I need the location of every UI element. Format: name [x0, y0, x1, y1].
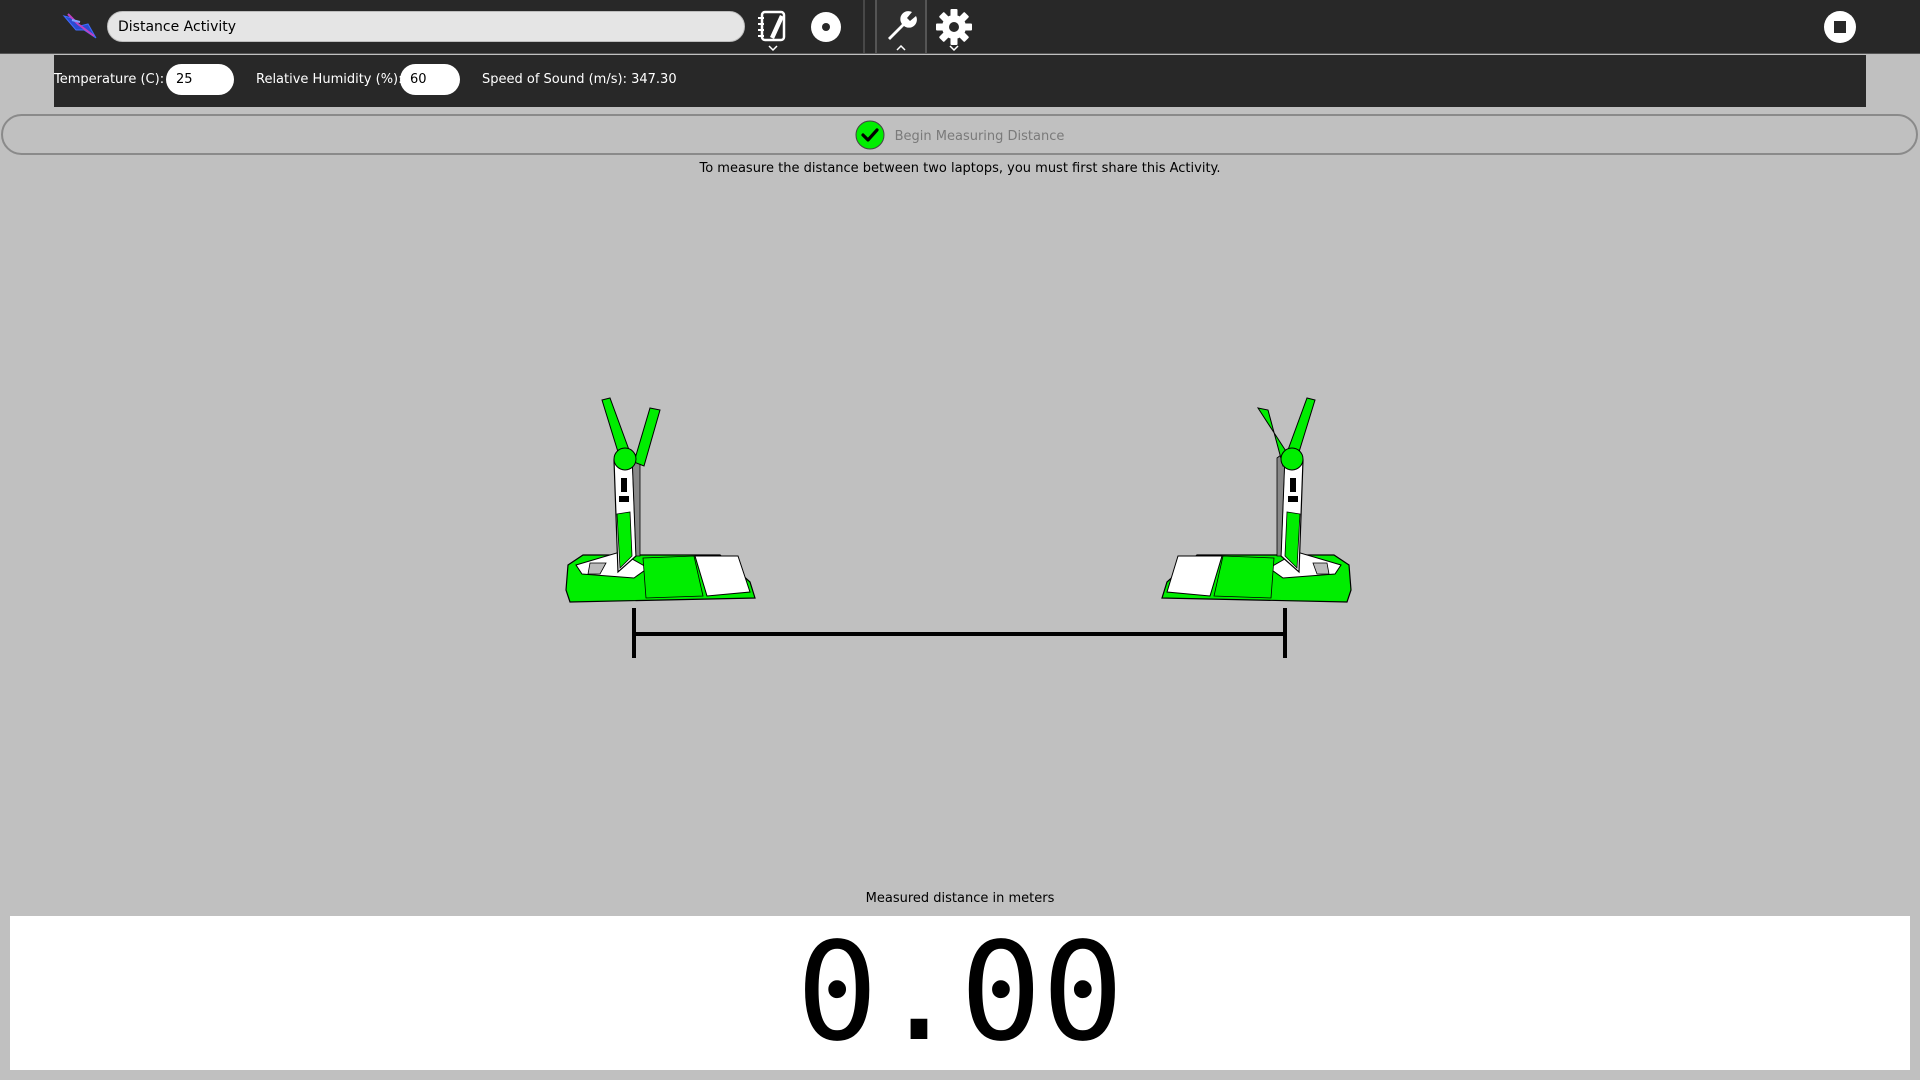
speed-of-sound-caption: Speed of Sound (m/s): [482, 72, 627, 87]
main-toolbar [0, 0, 1920, 54]
toolbar-separator [863, 0, 865, 53]
share-button[interactable] [801, 0, 851, 53]
settings-icon [936, 8, 972, 45]
stop-button[interactable] [1815, 0, 1865, 53]
checkmark-icon [855, 120, 885, 149]
distance-bar [632, 608, 1287, 658]
journal-button[interactable] [748, 0, 798, 53]
temperature-input[interactable] [166, 64, 234, 95]
settings-button[interactable] [929, 0, 979, 53]
humidity-label: Relative Humidity (%): [256, 72, 403, 87]
measured-distance-caption: Measured distance in meters [865, 891, 1055, 906]
tools-icon [888, 10, 917, 40]
chevron-down-icon [768, 45, 778, 51]
share-icon [811, 11, 841, 42]
right-laptop-illustration [1161, 397, 1352, 603]
instructions-text: To measure the distance between two lapt… [699, 161, 1221, 176]
speed-of-sound-label: Speed of Sound (m/s): 347.30 [482, 72, 677, 87]
begin-measuring-label: Begin Measuring Distance [894, 128, 1065, 144]
chevron-down-icon [949, 45, 959, 51]
sensor-settings-bar: Temperature (C): Relative Humidity (%): … [54, 55, 1866, 107]
tools-button[interactable] [875, 0, 927, 53]
speed-of-sound-value: 347.30 [631, 72, 677, 87]
activity-title-input[interactable] [107, 11, 745, 42]
humidity-input[interactable] [400, 64, 460, 95]
chevron-up-icon [896, 45, 906, 51]
temperature-label: Temperature (C): [54, 72, 165, 87]
left-laptop-illustration [565, 397, 756, 603]
stop-icon [1824, 10, 1856, 43]
distance-readout: 0.00 [10, 916, 1910, 1070]
activity-icon[interactable] [60, 8, 100, 44]
journal-icon [758, 10, 786, 41]
begin-measuring-button[interactable]: Begin Measuring Distance [1, 114, 1918, 155]
